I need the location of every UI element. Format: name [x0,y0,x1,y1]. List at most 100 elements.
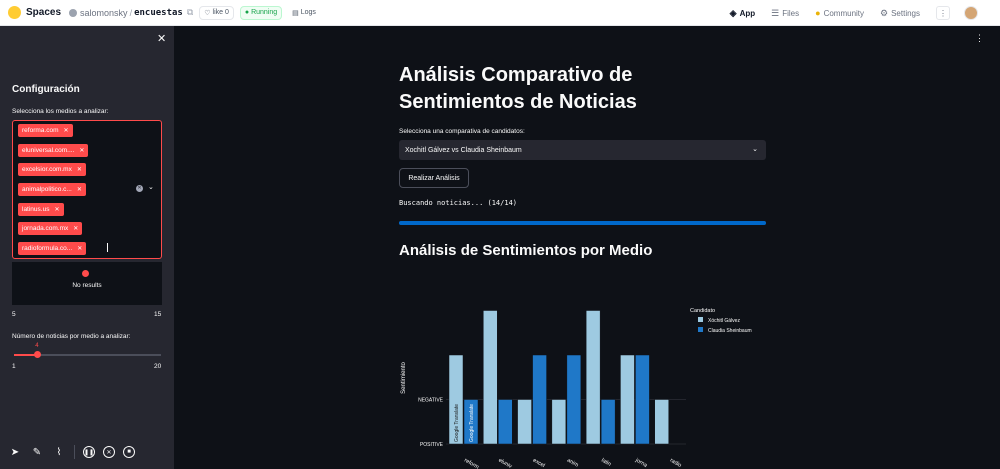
chevron-down-icon[interactable]: ⌄ [148,183,154,191]
clear-all-icon[interactable]: ✕ [136,185,143,192]
bar-text-label: Google Translate [469,404,475,442]
pen-icon[interactable]: ✎ [30,445,44,459]
tab-community-label: Community [823,8,865,18]
user-avatar[interactable] [964,6,978,20]
status-label: Running [251,9,278,16]
remove-tag-icon[interactable]: ✕ [54,206,59,213]
heart-icon: ♡ [204,9,213,17]
main-menu-icon[interactable]: ⋮ [975,33,984,44]
y-tick-label: POSITIVE [420,442,444,448]
logs-label: Logs [300,9,316,16]
section-title: Análisis de Sentimientos por Medio [399,242,653,259]
x-tick-label: eluniv [497,458,513,469]
range-min: 5 [12,311,16,318]
tag-label: latinus.us [22,206,50,213]
community-icon: ● [815,8,821,18]
analyze-button[interactable]: Realizar Análisis [399,168,469,188]
bar-text-label: Google Translate [454,404,460,442]
y-axis-label: Sentimiento [401,361,407,393]
remove-tag-icon[interactable]: ✕ [77,186,82,193]
copy-icon[interactable]: ⧉ [187,7,193,18]
page-title: Análisis Comparativo de Sentimientos de … [399,64,637,113]
slider-max: 20 [154,363,162,370]
media-tag: animalpolitico.c... ✕ [18,183,86,196]
media-tag: latinus.us ✕ [18,203,64,216]
remove-tag-icon[interactable]: ✕ [77,166,82,173]
settings-icon: ⚙ [880,7,889,18]
drawing-toolbar: ➤ ✎ ⌇ ❚❚ ✕ ■ [8,443,143,461]
chart-bar [483,310,498,445]
media-multiselect[interactable]: reforma.com ✕ eluniversal.com.... ✕ excels… [12,120,162,259]
owner-avatar [69,8,78,17]
status-badge: ● Running [239,5,283,20]
news-slider-thumb[interactable] [34,351,42,358]
files-icon: ☰ [771,7,780,18]
x-tick-label: reform [463,458,480,469]
media-tag: reforma.com ✕ [18,124,73,137]
tag-label: animalpolitico.c... [22,186,72,193]
remove-tag-icon[interactable]: ✕ [79,147,84,154]
pause-icon[interactable]: ❚❚ [83,446,95,458]
legend-swatch [698,317,703,322]
tag-label: radioformula.co... [22,245,73,252]
comparison-value: Xochitl Gálvez vs Claudia Sheinbaum [405,146,522,154]
breadcrumb-separator: / [129,7,133,18]
chart-bar [566,354,582,445]
sidebar-title: Configuración [12,84,80,95]
sentiment-chart: POSITIVE NEGATIVE Sentimiento Google Transl… [395,290,775,469]
slider-value: 4 [35,343,39,349]
x-tick-label: latin [600,458,612,468]
cancel-icon[interactable]: ✕ [103,446,115,458]
x-tick-label: anim [566,458,580,469]
logs-button[interactable]: ▤ Logs [288,6,320,20]
tag-label: jornada.com.mx [22,225,69,232]
legend-item-label: Xóchitl Gálvez [708,318,740,324]
tab-community[interactable]: ● Community [815,8,864,18]
chart-bar [635,354,650,445]
tag-label: excelsior.com.mx [22,166,72,173]
tab-files-label: Files [782,8,800,18]
chart-bar [600,399,616,445]
chart-bar [517,399,532,445]
x-tick-label: excel [532,458,546,469]
chart-bar [654,399,669,445]
brush-icon[interactable]: ⌇ [52,445,66,459]
owner-link[interactable]: salomonsky [80,8,128,18]
progress-bar [399,221,766,225]
progress-fill [399,221,766,225]
no-results-text: No results [72,282,102,289]
brand-label: Spaces [26,7,62,18]
tab-app[interactable]: ◈ App [730,8,755,19]
stop-icon[interactable]: ■ [123,446,135,458]
space-nav: ◈ App ☰ Files ● Community ⚙ Settings ⋮ [730,0,1000,26]
media-tag: radioformula.co... ✕ [18,242,87,255]
tag-label: eluniversal.com.... [22,147,75,154]
media-tag: eluniversal.com.... ✕ [18,144,89,157]
remove-tag-icon[interactable]: ✕ [73,225,78,232]
repo-link[interactable]: encuestas [134,8,183,18]
like-label: like [212,9,224,16]
close-sidebar-icon[interactable]: ✕ [157,32,166,45]
spaces-logo[interactable]: Spaces [8,6,61,19]
top-navbar: Spaces salomonsky / encuestas ⧉ ♡ like 0… [0,0,1000,26]
chart-bar [551,399,567,445]
huggingface-icon [8,6,21,19]
more-options-icon[interactable]: ⋮ [936,6,950,20]
text-caret [107,243,108,252]
pointer-icon[interactable]: ➤ [8,445,22,459]
media-tag: jornada.com.mx ✕ [18,222,83,235]
tab-files[interactable]: ☰ Files [771,8,799,19]
tab-settings-label: Settings [891,8,920,18]
comparison-select[interactable]: Xochitl Gálvez vs Claudia Sheinbaum ⌄ [399,140,766,160]
remove-tag-icon[interactable]: ✕ [63,127,68,134]
news-count-label: Número de noticias por medio a analizar: [12,333,131,340]
like-button[interactable]: ♡ like 0 [199,5,234,20]
tab-settings[interactable]: ⚙ Settings [880,8,920,19]
range-max: 15 [154,311,162,318]
app-icon: ◈ [729,7,737,18]
remove-tag-icon[interactable]: ✕ [77,245,82,252]
sidebar: ✕ Configuración Selecciona los medios a … [0,26,174,469]
x-tick-label: radio [669,458,683,469]
no-results-icon [82,270,89,277]
legend-title: Candidato [690,308,715,314]
